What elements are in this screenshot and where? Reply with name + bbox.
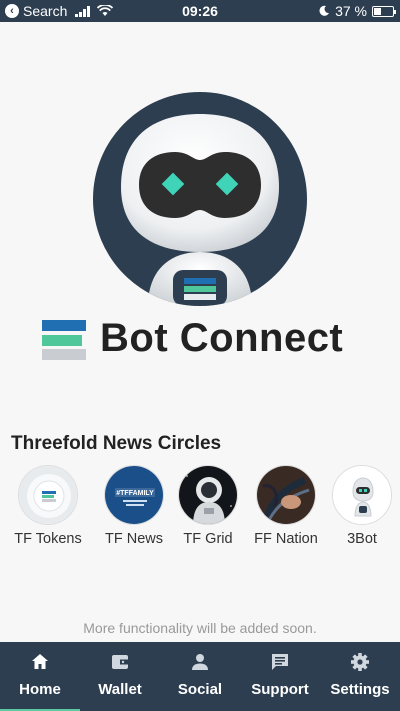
tffamily-badge: #TFFAMILY — [116, 490, 154, 497]
nav-social[interactable]: Social — [160, 642, 240, 711]
nav-support[interactable]: Support — [240, 642, 320, 711]
nav-label[interactable]: Home — [0, 681, 80, 698]
circle-label[interactable]: 3Bot — [324, 531, 400, 547]
chat-icon[interactable] — [270, 652, 290, 672]
status-bar: ‹ Search 09:26 37 % — [0, 0, 400, 22]
app-title: Bot Connect — [100, 316, 344, 360]
ff-nation-avatar-icon[interactable] — [256, 465, 316, 525]
moon-icon — [319, 5, 330, 16]
3bot-robot-avatar — [93, 92, 307, 306]
news-circle-tf-grid[interactable]: TF Grid — [170, 465, 246, 547]
nav-wallet[interactable]: Wallet — [80, 642, 160, 711]
app-screen: ‹ Search 09:26 37 % Bot Connect Threefol… — [0, 0, 400, 711]
nav-label[interactable]: Support — [240, 681, 320, 698]
battery-fill — [374, 7, 382, 15]
astronaut-avatar-icon[interactable] — [178, 465, 238, 525]
news-circle-tf-news[interactable]: #TFFAMILY TF News — [96, 465, 172, 547]
circle-label[interactable]: FF Nation — [248, 531, 324, 547]
gear-icon[interactable] — [350, 652, 370, 672]
news-circle-tf-tokens[interactable]: TF Tokens — [10, 465, 86, 547]
logo-bar-green — [42, 334, 82, 346]
circle-label[interactable]: TF Tokens — [10, 531, 86, 547]
battery-icon — [372, 5, 396, 17]
news-circles-list: TF Tokens #TFFAMILY TF News TF Grid FF N… — [0, 465, 400, 555]
robot-illustration — [121, 114, 279, 306]
person-icon[interactable] — [190, 652, 210, 672]
nav-label[interactable]: Settings — [320, 681, 400, 698]
circle-label[interactable]: TF News — [96, 531, 172, 547]
news-circle-3bot[interactable]: 3Bot — [324, 465, 400, 547]
news-section-title: Threefold News Circles — [11, 433, 222, 454]
news-circle-ff-nation[interactable]: FF Nation — [248, 465, 324, 547]
nav-label[interactable]: Social — [160, 681, 240, 698]
wallet-icon[interactable] — [110, 652, 130, 672]
tf-tokens-avatar-icon[interactable] — [18, 465, 78, 525]
threefold-logo-icon — [42, 318, 86, 360]
coming-soon-notice: More functionality will be added soon. — [83, 620, 317, 636]
nav-settings[interactable]: Settings — [320, 642, 400, 711]
status-right: 37 % — [318, 3, 396, 19]
circle-label[interactable]: TF Grid — [170, 531, 246, 547]
home-icon[interactable] — [30, 652, 50, 672]
logo-bar-blue — [42, 319, 86, 331]
3bot-avatar-icon[interactable] — [332, 465, 392, 525]
tffamily-avatar-icon[interactable]: #TFFAMILY — [104, 465, 164, 525]
battery-percent: 37 % — [335, 3, 367, 19]
logo-bar-grey — [42, 348, 86, 360]
nav-label[interactable]: Wallet — [80, 681, 160, 698]
bottom-nav: Home Wallet Social Support Settings — [0, 642, 400, 711]
nav-home[interactable]: Home — [0, 642, 80, 711]
brand-header: Bot Connect — [42, 316, 343, 361]
